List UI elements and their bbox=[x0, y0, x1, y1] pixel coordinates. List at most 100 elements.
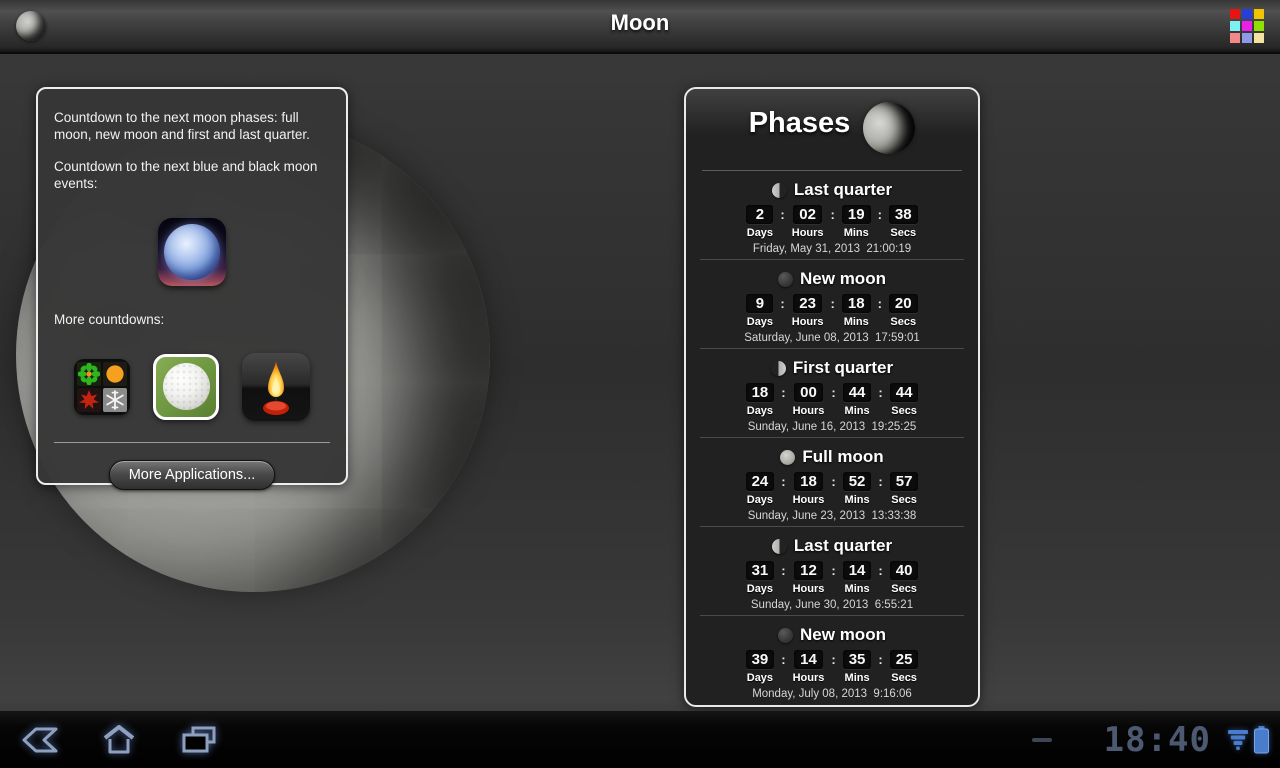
candle-flame bbox=[263, 361, 289, 416]
secs-value: 25 bbox=[889, 650, 919, 669]
status-clock[interactable]: 18:40 bbox=[1104, 720, 1211, 760]
days-label: Days bbox=[746, 405, 774, 417]
screen: Moon Countdown to the next moon phases: … bbox=[0, 0, 1280, 768]
colon: : bbox=[878, 563, 883, 578]
phase-entry: Last quarter 2 : 02 : 19 : 38 Days Hours… bbox=[686, 171, 978, 259]
hours-value: 12 bbox=[794, 561, 823, 580]
golf-app-icon[interactable] bbox=[153, 354, 219, 421]
seasons-app-icon[interactable] bbox=[74, 359, 130, 416]
phase-name: Last quarter bbox=[793, 536, 893, 555]
phases-title: Phases bbox=[748, 107, 851, 139]
phase-date: Friday, May 31, 2013 21:00:19 bbox=[752, 243, 912, 255]
phase-entry: Last quarter 31 : 12 : 14 : 40 Days Hour… bbox=[686, 527, 978, 615]
mins-label: Mins bbox=[844, 583, 870, 595]
app-icons-row bbox=[54, 353, 330, 422]
candle-app-icon[interactable] bbox=[242, 353, 310, 422]
more-countdowns-label: More countdowns: bbox=[54, 311, 165, 327]
phase-moon-icon bbox=[778, 627, 794, 643]
secs-value: 38 bbox=[888, 205, 918, 224]
colon: : bbox=[780, 207, 785, 222]
notification-minimize-icon[interactable] bbox=[1031, 737, 1052, 742]
phase-name: Full moon bbox=[802, 447, 884, 466]
spring-flower-icon bbox=[77, 362, 101, 387]
grid-square bbox=[1242, 9, 1252, 19]
phases-panel: Phases Last quarter 2 : 02 : 19 : 38 Day… bbox=[684, 87, 980, 707]
intro-text-events: Countdown to the next blue and black moo… bbox=[54, 158, 318, 191]
days-value: 18 bbox=[745, 383, 775, 402]
mins-label: Mins bbox=[844, 494, 870, 506]
secs-label: Secs bbox=[891, 494, 917, 506]
mins-label: Mins bbox=[844, 405, 870, 417]
phase-name: New moon bbox=[800, 625, 886, 644]
divider bbox=[54, 442, 330, 444]
days-label: Days bbox=[746, 227, 774, 239]
secs-label: Secs bbox=[891, 672, 917, 684]
colon: : bbox=[877, 296, 882, 311]
hours-label: Hours bbox=[792, 583, 825, 595]
colon: : bbox=[781, 474, 786, 489]
days-value: 39 bbox=[745, 650, 775, 669]
days-label: Days bbox=[746, 672, 774, 684]
system-bar: 18:40 bbox=[0, 711, 1280, 768]
grid-square bbox=[1230, 21, 1240, 31]
hours-label: Hours bbox=[792, 494, 825, 506]
grid-square bbox=[1230, 33, 1240, 43]
mins-value: 18 bbox=[841, 294, 871, 313]
phase-date: Sunday, June 23, 2013 13:33:38 bbox=[747, 510, 917, 522]
page-title: Moon bbox=[610, 10, 670, 35]
mins-value: 35 bbox=[842, 650, 872, 669]
colon: : bbox=[781, 385, 786, 400]
colon: : bbox=[780, 296, 785, 311]
phase-moon-icon bbox=[770, 360, 786, 376]
grid-square bbox=[1254, 33, 1264, 43]
phase-name: Last quarter bbox=[793, 180, 893, 199]
phase-moon-icon bbox=[780, 449, 796, 465]
colon: : bbox=[831, 474, 836, 489]
apps-grid-icon[interactable] bbox=[1230, 9, 1264, 43]
phase-date: Sunday, June 16, 2013 19:25:25 bbox=[747, 421, 917, 433]
colon: : bbox=[831, 385, 836, 400]
days-value: 24 bbox=[745, 472, 775, 491]
hours-value: 00 bbox=[794, 383, 823, 402]
colon: : bbox=[878, 385, 883, 400]
secs-label: Secs bbox=[891, 583, 917, 595]
hours-label: Hours bbox=[792, 405, 825, 417]
recent-apps-icon bbox=[182, 726, 216, 752]
phases-moon-image bbox=[863, 102, 916, 154]
colon: : bbox=[781, 652, 786, 667]
secs-value: 44 bbox=[889, 383, 919, 402]
hours-value: 23 bbox=[793, 294, 822, 313]
phase-name: First quarter bbox=[792, 358, 894, 377]
mins-label: Mins bbox=[844, 672, 870, 684]
colon: : bbox=[878, 474, 883, 489]
hours-value: 02 bbox=[793, 205, 822, 224]
hours-label: Hours bbox=[791, 227, 824, 239]
secs-value: 20 bbox=[888, 294, 918, 313]
days-label: Days bbox=[746, 583, 774, 595]
intro-text-phases: Countdown to the next moon phases: full … bbox=[54, 110, 310, 142]
home-icon bbox=[103, 724, 135, 753]
phase-date: Sunday, June 30, 2013 6:55:21 bbox=[750, 599, 914, 611]
blue-moon-globe bbox=[164, 223, 220, 280]
phase-moon-icon bbox=[778, 271, 794, 287]
back-button[interactable] bbox=[14, 718, 64, 762]
home-button[interactable] bbox=[94, 718, 144, 762]
hours-label: Hours bbox=[791, 316, 824, 328]
phase-date: Saturday, June 08, 2013 17:59:01 bbox=[744, 332, 920, 344]
secs-label: Secs bbox=[890, 227, 917, 239]
more-applications-button[interactable]: More Applications... bbox=[108, 460, 276, 491]
blue-moon-app-icon[interactable] bbox=[158, 217, 226, 286]
secs-value: 57 bbox=[889, 472, 919, 491]
grid-square bbox=[1242, 33, 1252, 43]
mins-value: 14 bbox=[842, 561, 872, 580]
phase-entry: New moon 39 : 14 : 35 : 25 Days Hours Mi… bbox=[686, 616, 978, 704]
phase-entry: Full moon 24 : 18 : 52 : 57 Days Hours M… bbox=[686, 438, 978, 526]
status-area: 18:40 bbox=[1031, 711, 1270, 768]
grid-square bbox=[1230, 9, 1240, 19]
mins-value: 44 bbox=[842, 383, 872, 402]
recent-apps-button[interactable] bbox=[174, 718, 224, 762]
mins-label: Mins bbox=[843, 316, 869, 328]
colon: : bbox=[830, 296, 835, 311]
secs-label: Secs bbox=[890, 316, 917, 328]
winter-snowflake-icon bbox=[103, 388, 127, 413]
